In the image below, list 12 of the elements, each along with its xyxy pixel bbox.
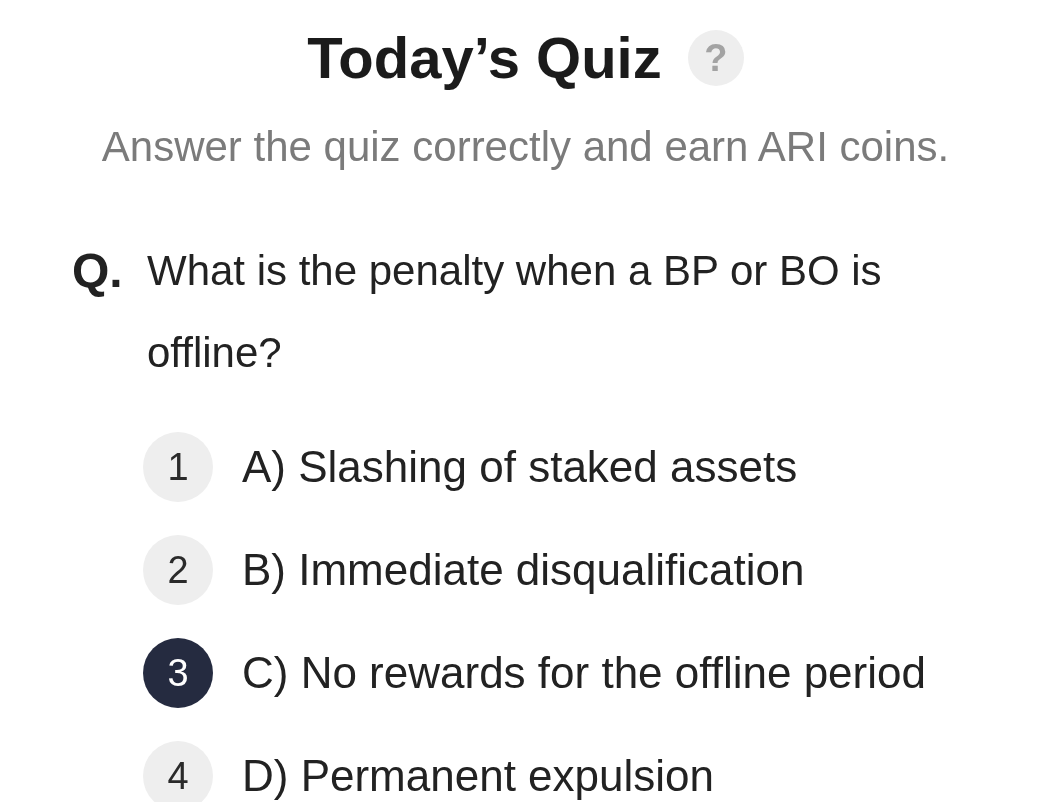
option-text[interactable]: A) Slashing of staked assets [242, 441, 798, 493]
option-text[interactable]: D) Permanent expulsion [242, 750, 714, 802]
option-number[interactable]: 3 [143, 638, 213, 708]
option-number[interactable]: 1 [143, 432, 213, 502]
quiz-title: Today’s Quiz [307, 24, 662, 92]
option-text[interactable]: B) Immediate disqualification [242, 544, 805, 596]
option-number[interactable]: 4 [143, 741, 213, 802]
question-marker: Q. [72, 243, 124, 299]
quiz-subtitle: Answer the quiz correctly and earn ARI coins. [101, 122, 950, 172]
option-text[interactable]: C) No rewards for the offline period [242, 647, 926, 699]
question-text: What is the penalty when a BP or BO is offline? [147, 246, 883, 378]
option-number[interactable]: 2 [143, 535, 213, 605]
